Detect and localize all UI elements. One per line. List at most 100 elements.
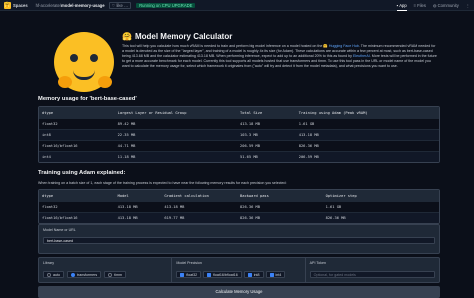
table-row: float16/bfloat16 413.18 MB 619.77 MB 826… xyxy=(39,212,439,223)
repo-owner[interactable]: hf-accelerate/ xyxy=(36,3,61,8)
precision-checkbox-group: float32 float16/bfloat16 int8 int4 xyxy=(176,271,300,278)
table-cell: int4 xyxy=(42,155,51,159)
radio-selected-icon xyxy=(71,272,75,277)
table-cell: 206.59 MB xyxy=(240,144,260,148)
tab-files-label: Files xyxy=(417,3,426,8)
radio-unselected-icon xyxy=(47,272,51,277)
tab-app[interactable]: ▪ App xyxy=(396,0,407,11)
model-name-input[interactable]: bert-base-cased xyxy=(43,237,435,244)
column-header[interactable]: Backward pass xyxy=(237,194,323,198)
table-cell: 413.18 MB xyxy=(117,205,138,209)
app-panel: 🤗 Model Memory Calculator This tool will … xyxy=(30,12,444,298)
repo-name[interactable]: model-memory-usage xyxy=(61,3,105,8)
left-eye xyxy=(70,54,78,62)
app-icon: ▪ xyxy=(396,2,399,8)
table-cell: 206.59 MB xyxy=(298,155,319,159)
column-header[interactable]: Training using Adam (Peak vRAM) xyxy=(296,111,439,115)
checkbox-checked-icon xyxy=(247,272,252,277)
like-count: … xyxy=(123,2,129,8)
right-eye xyxy=(90,54,98,62)
table-row: float16/bfloat16 44.71 MB 206.59 MB 826.… xyxy=(39,140,439,151)
table-cell: 1.61 GB xyxy=(325,205,342,209)
api-token-group: API Token Optional, for gated models xyxy=(306,258,439,282)
hub-link[interactable]: 🤗 Hugging Face Hub xyxy=(323,44,358,48)
hugging-face-logo-icon[interactable]: 🤗 xyxy=(4,1,11,9)
like-label: like xyxy=(116,2,123,8)
column-header[interactable]: Total Size xyxy=(237,111,296,115)
checkbox-checked-icon xyxy=(207,272,212,277)
table-header-row: dtype Model Gradient calculation Backwar… xyxy=(39,190,439,201)
adam-explanation: When training on a batch size of 1, each… xyxy=(38,181,287,185)
more-options-icon[interactable]: ⋮ xyxy=(466,3,470,8)
option-label: float32 xyxy=(186,272,198,277)
eleutherai-link[interactable]: EleutherAI xyxy=(353,54,370,58)
precision-option-float32[interactable]: float32 xyxy=(176,271,202,278)
table-cell: float32 xyxy=(42,205,58,209)
table-header-row: dtype Largest Layer or Residual Group To… xyxy=(39,107,439,118)
repo-path[interactable]: hf-accelerate/model-memory-usage xyxy=(36,3,105,8)
column-header[interactable]: dtype xyxy=(39,111,115,115)
description: This tool will help you calculate how mu… xyxy=(122,44,438,69)
calculate-memory-button[interactable]: Calculate Memory Usage xyxy=(38,286,440,298)
right-hand xyxy=(98,76,112,88)
option-label: int4 xyxy=(275,272,282,277)
table-cell: 89.42 MB xyxy=(117,122,136,126)
table-row: int4 11.18 MB 51.65 MB 206.59 MB xyxy=(39,151,439,162)
table-cell: 413.18 MB xyxy=(298,133,319,137)
tab-community-label: Community xyxy=(437,3,459,8)
table-cell: 826.36 MB xyxy=(325,216,346,220)
table-cell: 826.36 MB xyxy=(298,144,319,148)
left-hand xyxy=(58,76,72,88)
status-badge: Running on CPU UPGRADE xyxy=(136,2,196,8)
column-header[interactable]: Model xyxy=(115,194,162,198)
table-cell: float32 xyxy=(42,122,58,126)
table-cell: 1.61 GB xyxy=(298,122,315,126)
precision-group: Model Precision float32 float16/bfloat16… xyxy=(172,258,306,282)
library-group: Library auto transformers timm xyxy=(39,258,173,282)
column-header[interactable]: Largest Layer or Residual Group xyxy=(115,111,237,115)
option-label: float16/bfloat16 xyxy=(213,272,238,277)
library-radio-group: auto transformers timm xyxy=(43,271,167,278)
table-cell: 44.71 MB xyxy=(117,144,136,148)
option-label: timm xyxy=(114,272,122,277)
library-label: Library xyxy=(43,261,54,265)
table-row: float32 89.42 MB 413.18 MB 1.61 GB xyxy=(39,118,439,129)
table-cell: 413.18 MB xyxy=(117,216,138,220)
library-option-transformers[interactable]: transformers xyxy=(67,271,102,278)
smile xyxy=(73,70,95,80)
table-cell: 413.18 MB xyxy=(164,205,185,209)
table-cell: int8 xyxy=(42,133,51,137)
tab-community[interactable]: ◍ Community xyxy=(433,3,459,8)
radio-unselected-icon xyxy=(108,272,113,277)
column-header[interactable]: dtype xyxy=(39,194,115,198)
precision-option-float16[interactable]: float16/bfloat16 xyxy=(203,271,242,278)
table-cell: 103.3 MB xyxy=(240,133,258,137)
model-name-label: Model Name or URL xyxy=(43,228,76,232)
library-option-timm[interactable]: timm xyxy=(104,271,126,278)
description-part: This tool will help you calculate how mu… xyxy=(122,44,324,48)
library-option-auto[interactable]: auto xyxy=(43,271,64,278)
spaces-link[interactable]: Spaces xyxy=(13,3,28,8)
hugging-face-emoji-logo-icon xyxy=(54,32,114,92)
adam-table: dtype Model Gradient calculation Backwar… xyxy=(38,189,440,224)
page-title: 🤗 Model Memory Calculator xyxy=(122,32,232,41)
table-cell: float16/bfloat16 xyxy=(42,144,78,148)
option-label: auto xyxy=(53,272,60,277)
column-header[interactable]: Gradient calculation xyxy=(161,194,237,198)
table-cell: 51.65 MB xyxy=(240,155,258,159)
adam-heading: Training using Adam explained: xyxy=(38,170,126,176)
top-nav-bar: 🤗 Spaces hf-accelerate/model-memory-usag… xyxy=(0,0,474,11)
title-emoji-icon: 🤗 xyxy=(122,32,132,41)
column-header[interactable]: Optimizer step xyxy=(323,194,439,198)
precision-option-int4[interactable]: int4 xyxy=(265,271,286,278)
tab-files[interactable]: ≡ Files xyxy=(414,3,426,8)
memory-usage-table: dtype Largest Layer or Residual Group To… xyxy=(38,106,440,163)
space-tabs: ▪ App ≡ Files ◍ Community ⋮ xyxy=(396,0,470,11)
precision-label: Model Precision xyxy=(176,261,202,265)
api-token-label: API Token xyxy=(309,261,326,265)
table-row: float32 413.18 MB 413.18 MB 826.36 MB 1.… xyxy=(39,201,439,212)
table-cell: 619.77 MB xyxy=(164,216,185,220)
precision-option-int8[interactable]: int8 xyxy=(243,271,264,278)
api-token-input[interactable]: Optional, for gated models xyxy=(309,271,435,278)
like-button[interactable]: ♡ like … xyxy=(108,1,132,9)
